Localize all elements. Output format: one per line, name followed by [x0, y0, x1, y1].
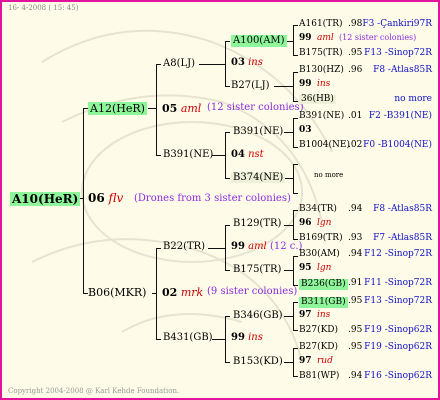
ancestor-id[interactable]: B27(KD) [299, 343, 338, 352]
ancestor-tag: F8 -Atlas85R [373, 65, 432, 75]
ancestor-score: .94 [348, 371, 363, 381]
ancestor-score: .95 [348, 296, 363, 306]
ancestor-id[interactable]: A161(TR) [299, 20, 342, 29]
ancestor-score: .95 [348, 325, 363, 335]
ancestor-score: .95 [348, 48, 363, 58]
ancestor-tag: F13 -Sinop72R [364, 48, 432, 58]
node-a8[interactable]: A8(LJ) [163, 59, 195, 69]
ancestor-breeder: rud [317, 356, 333, 366]
queen-root[interactable]: A10(HeR) [10, 192, 81, 206]
ancestor-breeder: lgn [317, 218, 332, 228]
ancestor-tag: F0 -B1004(NE) [363, 140, 432, 150]
copyright: Copyright 2004-2008 @ Karl Kehde Foundat… [8, 387, 180, 395]
ancestor-year: 97 [299, 356, 312, 366]
ancestor-id[interactable]: B34(TR) [299, 205, 337, 214]
ancestor-tag: F2 -B391(NE) [368, 111, 432, 121]
ancestor-breeder: ins [317, 79, 331, 89]
ancestor-note: (12 sister colonies) [339, 33, 417, 42]
ancestor-id[interactable]: B169(TR) [299, 234, 343, 243]
ancestor-score: .94 [348, 204, 363, 214]
ancestor-tag: F19 -Sinop62R [364, 342, 432, 352]
ancestor-score: .94 [348, 249, 363, 259]
date-stamp: 16- 4-2008 ( 15: 45) [8, 4, 79, 12]
year-line-a8: 03 ins [231, 57, 263, 68]
ancestor-id[interactable]: B1004(NE) [299, 141, 350, 150]
ancestor-breeder: ins [317, 310, 331, 320]
node-b391[interactable]: B391(NE) [163, 150, 213, 160]
ancestor-year: 99 [299, 33, 312, 43]
node-b374[interactable]: B374(NE) [231, 173, 286, 183]
node-b346[interactable]: B346(GB) [233, 311, 283, 321]
ancestor-year: 97 [299, 310, 312, 320]
ancestor-breeder: lgn [317, 263, 332, 273]
node-b27[interactable]: B27(LJ) [231, 81, 270, 91]
dam-year-line: 05 aml [162, 102, 202, 115]
ancestor-tag: F12 -Sinop72R [364, 249, 432, 259]
root-year-line: 06 flv [88, 191, 124, 205]
ancestor-score: .95 [348, 342, 363, 352]
ancestor-score: .01 [348, 111, 363, 121]
ancestor-tag: F11 -Sinop72R [364, 278, 432, 288]
ancestor-score: .98 [348, 19, 363, 29]
year-line-b431: 99 ins [231, 332, 263, 343]
root-drones-note: (Drones from 3 sister colonies) [134, 193, 291, 204]
ancestor-year: 99 [299, 79, 312, 89]
no-more-label: no more [314, 171, 344, 179]
ancestor-score: .93 [348, 233, 363, 243]
ancestor-id[interactable]: B391(NE) [299, 112, 344, 121]
ancestor-year: 96 [299, 218, 312, 228]
sire-year-line: 02 mrk [162, 286, 204, 299]
ancestor-tag: F7 -Atlas85R [373, 233, 432, 243]
year-line-b22: 99 aml (12 c.) [231, 241, 303, 252]
ancestor-year: 95 [299, 263, 312, 273]
ancestor-score: .02 [348, 140, 363, 150]
ancestor-id[interactable]: B175(TR) [299, 49, 343, 58]
ancestor-score: .91 [348, 278, 363, 288]
ancestor-breeder: aml [317, 33, 334, 43]
node-b129[interactable]: B129(TR) [233, 219, 281, 229]
ancestor-id[interactable]: 36(HB) [299, 95, 336, 104]
ancestor-tag: no more [394, 94, 432, 104]
node-b175[interactable]: B175(TR) [233, 265, 281, 275]
ancestor-id[interactable]: B81(WP) [299, 372, 339, 381]
node-sire[interactable]: B06(MKR) [88, 287, 146, 298]
node-a100[interactable]: A100(AM) [231, 35, 287, 47]
node-b22[interactable]: B22(TR) [163, 242, 205, 252]
ancestor-year: 03 [299, 125, 312, 135]
ancestor-tag: F16 -Sinop62R [364, 371, 432, 381]
ancestor-tag: F8 -Atlas85R [373, 204, 432, 214]
pedigree-panel: 16- 4-2008 ( 15: 45) A10(HeR) 06 flv (Dr… [0, 0, 440, 400]
ancestor-id[interactable]: B27(KD) [299, 326, 338, 335]
ancestor-tag: F19 -Sinop62R [364, 325, 432, 335]
ancestor-score: .96 [348, 65, 363, 75]
node-dam[interactable]: A12(HeR) [88, 102, 147, 115]
ancestor-id[interactable]: B236(GB) [299, 279, 348, 290]
node-b391-ne[interactable]: B391(NE) [233, 127, 283, 137]
ancestor-id[interactable]: B130(HZ) [299, 66, 344, 75]
node-b431[interactable]: B431(GB) [163, 333, 213, 343]
ancestor-tag: F3 -Çankiri97R [362, 19, 432, 29]
node-b153[interactable]: B153(KD) [233, 357, 283, 367]
ancestor-id[interactable]: B30(AM) [299, 250, 340, 259]
dam-note: (12 sister colonies) [207, 102, 304, 113]
sire-note: (9 sister colonies) [207, 286, 298, 297]
ancestor-tag: F13 -Sinop72R [364, 296, 432, 306]
year-line-b391: 04 nst [231, 149, 264, 160]
ancestor-id[interactable]: B311(GB) [299, 297, 348, 308]
